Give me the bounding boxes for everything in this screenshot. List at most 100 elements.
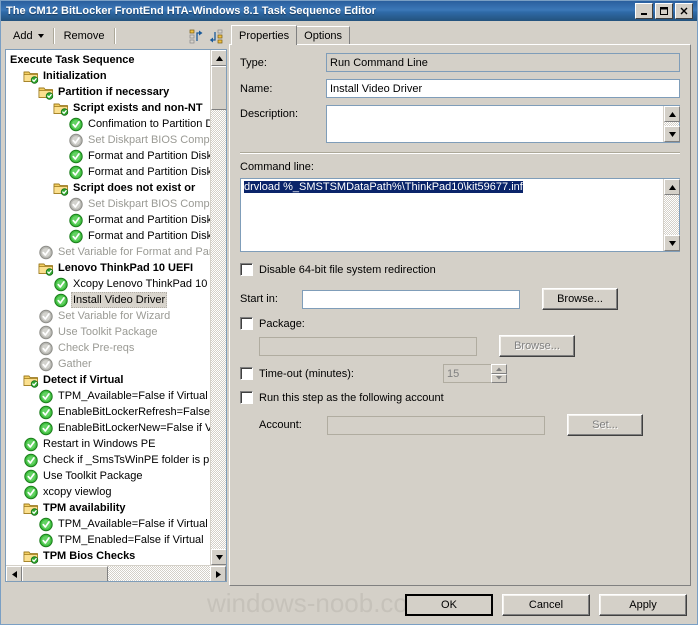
tree-item[interactable]: Format and Partition Disk	[8, 164, 210, 180]
tab-options[interactable]: Options	[296, 26, 351, 44]
tree-item[interactable]: TPM_Enabled=False if Virtual	[8, 532, 210, 548]
tree-item[interactable]: Format and Partition Disk	[8, 228, 210, 244]
task-sequence-tree[interactable]: Execute Task Sequence Initialization Parti…	[6, 50, 210, 565]
remove-button[interactable]: Remove	[59, 28, 110, 44]
timeout-value: 15	[443, 364, 491, 383]
cmd-scroll-down-icon[interactable]	[664, 235, 680, 251]
close-icon[interactable]	[675, 3, 693, 19]
start-in-input[interactable]	[302, 289, 520, 309]
tab-properties[interactable]: Properties	[231, 25, 298, 45]
package-label: Package:	[259, 317, 305, 330]
tree-item[interactable]: Format and Partition Disk	[8, 148, 210, 164]
description-scroll-up-icon[interactable]	[664, 106, 680, 122]
account-row: Account: Set...	[240, 414, 680, 436]
run-as-row[interactable]: Run this step as the following account	[240, 391, 680, 404]
tree-vscroll-thumb[interactable]	[211, 66, 226, 110]
tree-item-label: Execute Task Sequence	[10, 54, 135, 66]
add-button[interactable]: Add	[8, 28, 49, 44]
scroll-down-icon[interactable]	[211, 549, 226, 565]
tree-item[interactable]: xcopy viewlog	[8, 484, 210, 500]
tree-item[interactable]: Initialization	[8, 68, 210, 84]
tree-item[interactable]: Set Diskpart BIOS Comp	[8, 132, 210, 148]
tree-item-label: Gather	[58, 358, 92, 370]
timeout-increment-icon	[491, 364, 507, 374]
tree-item[interactable]: Format and Partition Disk	[8, 212, 210, 228]
folder-group-icon	[23, 373, 39, 388]
tree-item[interactable]: Check if _SmsTsWinPE folder is pres	[8, 452, 210, 468]
check-enabled-icon	[23, 469, 39, 484]
tree-item-label: Lenovo ThinkPad 10 UEFI	[58, 262, 194, 274]
panel-divider	[240, 152, 680, 154]
description-scroll-down-icon[interactable]	[664, 126, 680, 142]
disable-redirection-checkbox[interactable]	[240, 263, 253, 276]
tree-hscroll-track[interactable]	[22, 566, 210, 581]
name-input[interactable]: Install Video Driver	[326, 79, 680, 98]
tree-item[interactable]: TPM availability	[8, 500, 210, 516]
tree-item[interactable]: Partition if necessary	[8, 84, 210, 100]
tree-vertical-scrollbar[interactable]	[210, 50, 226, 565]
tree-item[interactable]: EnableBitLockerNew=False if Virt	[8, 420, 210, 436]
tree-vscroll-track[interactable]	[211, 66, 226, 549]
type-row: Type: Run Command Line	[240, 53, 680, 72]
command-line-body[interactable]: drvload %_SMSTSMDataPath%\ThinkPad10\kit…	[241, 179, 663, 251]
timeout-row[interactable]: Time-out (minutes): 15	[240, 364, 680, 383]
tree-item[interactable]: Lenovo ThinkPad 10 UEFI	[8, 260, 210, 276]
tree-horizontal-scrollbar[interactable]	[6, 565, 226, 581]
tree-item[interactable]: Restart in Windows PE	[8, 436, 210, 452]
tree-item[interactable]: Check Pre-reqs	[8, 340, 210, 356]
command-line-value[interactable]: drvload %_SMSTSMDataPath%\ThinkPad10\kit…	[244, 181, 523, 193]
command-line-textarea[interactable]: drvload %_SMSTSMDataPath%\ThinkPad10\kit…	[240, 178, 680, 252]
cancel-button[interactable]: Cancel	[502, 594, 590, 616]
tree-item[interactable]: Script does not exist or	[8, 180, 210, 196]
timeout-checkbox[interactable]	[240, 367, 253, 380]
description-textarea[interactable]	[326, 105, 680, 143]
tree-item[interactable]: Set TPM_Available to false befor	[8, 564, 210, 565]
command-line-scrollbar[interactable]	[663, 179, 680, 251]
move-down-icon[interactable]	[207, 27, 227, 45]
scroll-up-icon[interactable]	[211, 50, 226, 66]
package-checkbox-row[interactable]: Package:	[240, 317, 680, 330]
tree-item-label: Use Toolkit Package	[43, 470, 143, 482]
maximize-icon[interactable]	[655, 3, 673, 19]
description-scrollbar[interactable]	[663, 106, 680, 142]
ok-button-label: OK	[441, 599, 457, 611]
ok-button[interactable]: OK	[405, 594, 493, 616]
start-in-browse-button[interactable]: Browse...	[542, 288, 618, 310]
check-disabled-icon	[68, 197, 84, 212]
tree-item-label: Restart in Windows PE	[43, 438, 156, 450]
tree-item[interactable]: Set Variable for Wizard	[8, 308, 210, 324]
tree-item[interactable]: EnableBitLockerRefresh=False if	[8, 404, 210, 420]
description-value[interactable]	[327, 106, 663, 142]
tree-item[interactable]: TPM_Available=False if Virtual	[8, 516, 210, 532]
tree-item-label: Script exists and non-NT	[73, 102, 203, 114]
description-scroll-track[interactable]	[664, 122, 679, 126]
tree-item-label: TPM_Enabled=False if Virtual	[58, 534, 204, 546]
check-enabled-icon	[53, 277, 69, 292]
cmd-scroll-up-icon[interactable]	[664, 179, 680, 195]
disable-redirection-row[interactable]: Disable 64-bit file system redirection	[240, 263, 680, 276]
tree-hscroll-thumb[interactable]	[22, 566, 108, 581]
apply-button[interactable]: Apply	[599, 594, 687, 616]
tree-item[interactable]: Set Variable for Format and Partit	[8, 244, 210, 260]
cmd-scroll-track[interactable]	[664, 195, 679, 235]
tree-item[interactable]: Use Toolkit Package	[8, 468, 210, 484]
scroll-left-icon[interactable]	[6, 566, 22, 581]
tree-item[interactable]: Gather	[8, 356, 210, 372]
tree-item[interactable]: Confimation to Partition D	[8, 116, 210, 132]
tree-item[interactable]: Script exists and non-NT	[8, 100, 210, 116]
minimize-icon[interactable]	[635, 3, 653, 19]
tree-item[interactable]: Install Video Driver	[8, 292, 210, 308]
tree-item[interactable]: Detect if Virtual	[8, 372, 210, 388]
task-sequence-tree-panel: Execute Task Sequence Initialization Parti…	[5, 49, 227, 582]
run-as-checkbox[interactable]	[240, 391, 253, 404]
package-checkbox[interactable]	[240, 317, 253, 330]
tab-options-label: Options	[304, 30, 343, 42]
tree-item[interactable]: Use Toolkit Package	[8, 324, 210, 340]
tree-item[interactable]: Execute Task Sequence	[8, 52, 210, 68]
move-up-icon[interactable]	[187, 27, 207, 45]
tree-item[interactable]: TPM Bios Checks	[8, 548, 210, 564]
scroll-right-icon[interactable]	[210, 566, 226, 581]
tree-item[interactable]: Set Diskpart BIOS Comp	[8, 196, 210, 212]
tree-item[interactable]: TPM_Available=False if Virtual	[8, 388, 210, 404]
tree-item[interactable]: Xcopy Lenovo ThinkPad 10	[8, 276, 210, 292]
